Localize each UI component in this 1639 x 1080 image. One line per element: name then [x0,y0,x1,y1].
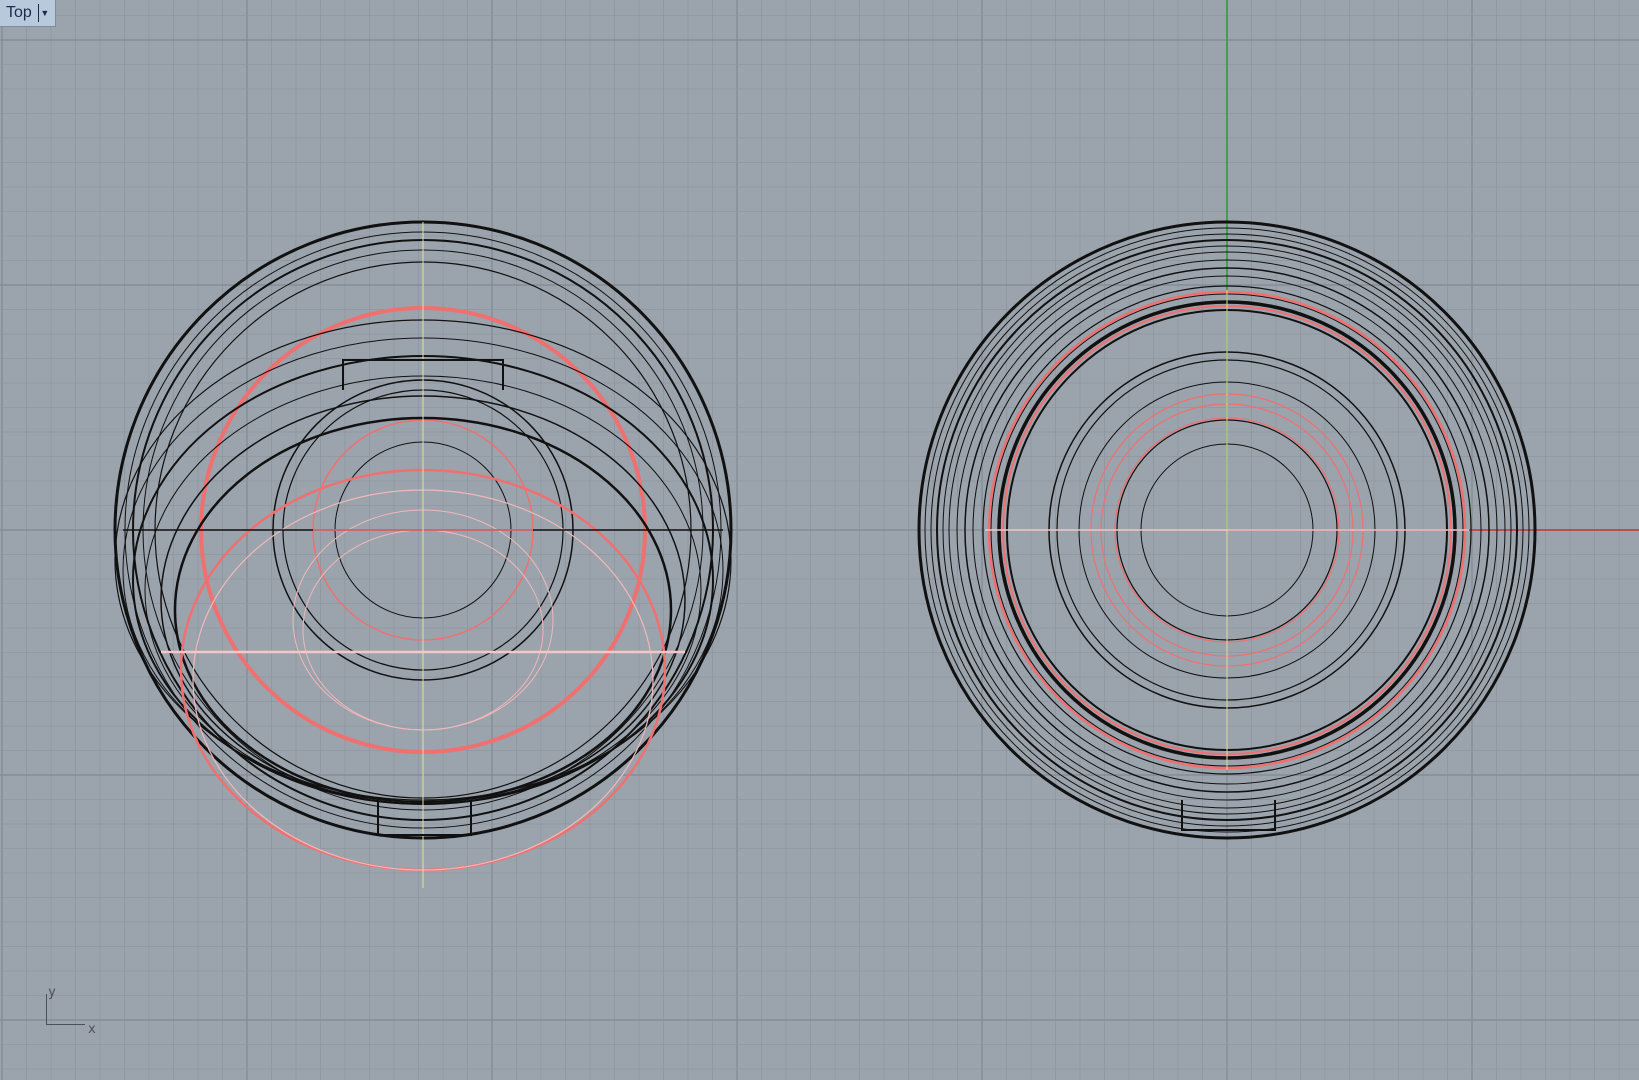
axis-orientation-widget: y x [38,980,108,1040]
viewport-title-tab[interactable]: Top ▼ [0,0,56,27]
model-right-top-view[interactable] [917,220,1537,840]
axis-x-label: x [88,1022,96,1037]
dropdown-arrow-icon[interactable]: ▼ [37,4,51,22]
construction-grid [0,0,1639,1080]
viewport-label[interactable]: Top [0,0,38,26]
axis-icon [46,994,85,1025]
viewport-canvas[interactable] [0,0,1639,1080]
top-viewport[interactable]: Top ▼ y x [0,0,1639,1080]
